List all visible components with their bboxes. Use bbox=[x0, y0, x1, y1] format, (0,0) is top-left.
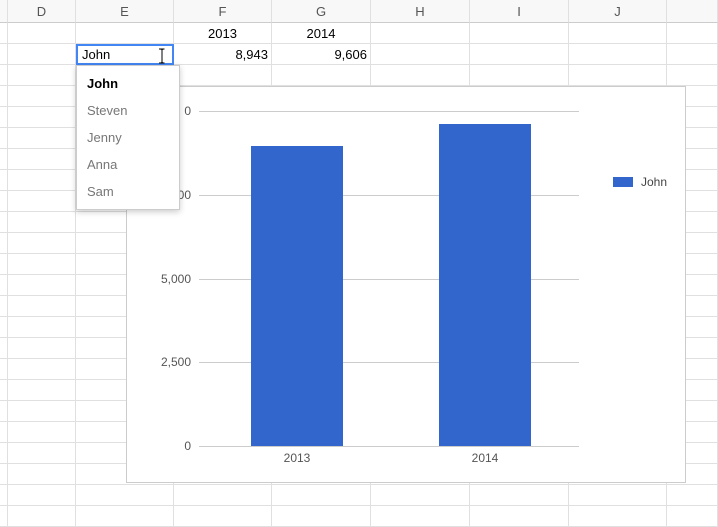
chart-gridline bbox=[199, 111, 579, 112]
cell-empty[interactable] bbox=[569, 65, 667, 86]
cell-J2[interactable] bbox=[569, 44, 667, 65]
cell-empty[interactable] bbox=[8, 359, 76, 380]
chart-bar bbox=[251, 146, 343, 446]
active-cell-E2[interactable] bbox=[76, 44, 174, 65]
spreadsheet[interactable]: D E F G H I J 2013 2014 8,943 9,606 bbox=[0, 0, 718, 505]
cell-empty[interactable] bbox=[371, 506, 470, 527]
cell-I1[interactable] bbox=[470, 23, 569, 44]
cell-empty[interactable] bbox=[8, 233, 76, 254]
cell-empty[interactable] bbox=[8, 485, 76, 506]
chart-container[interactable]: John 20132014 02,5005,0007,5000 bbox=[126, 86, 686, 483]
cell-empty[interactable] bbox=[8, 149, 76, 170]
cell-empty[interactable] bbox=[272, 65, 371, 86]
cell-H2[interactable] bbox=[371, 44, 470, 65]
cell-empty[interactable] bbox=[470, 506, 569, 527]
col-header-H[interactable]: H bbox=[371, 0, 470, 23]
cell-editor-input[interactable] bbox=[78, 46, 172, 63]
cell-I2[interactable] bbox=[470, 44, 569, 65]
col-header-I[interactable]: I bbox=[470, 0, 569, 23]
dropdown-item[interactable]: Steven bbox=[77, 97, 179, 124]
row-empty[interactable] bbox=[0, 485, 718, 506]
cell-D2[interactable] bbox=[8, 44, 76, 65]
chart-plot-area bbox=[199, 111, 579, 446]
chart-gridline bbox=[199, 446, 579, 447]
col-header-rest bbox=[667, 0, 718, 23]
cell-empty[interactable] bbox=[8, 65, 76, 86]
cell-empty[interactable] bbox=[371, 65, 470, 86]
cell-empty[interactable] bbox=[8, 443, 76, 464]
cell-D1[interactable] bbox=[8, 23, 76, 44]
cell-empty[interactable] bbox=[272, 506, 371, 527]
cell-empty[interactable] bbox=[174, 506, 272, 527]
chart-y-tick-label: 5,000 bbox=[141, 272, 191, 286]
col-header-G[interactable]: G bbox=[272, 0, 371, 23]
chart-y-tick-label: 2,500 bbox=[141, 355, 191, 369]
cell-E1[interactable] bbox=[76, 23, 174, 44]
dropdown-item[interactable]: Anna bbox=[77, 151, 179, 178]
cell-empty[interactable] bbox=[8, 506, 76, 527]
cell-empty[interactable] bbox=[8, 338, 76, 359]
cell-empty[interactable] bbox=[272, 485, 371, 506]
chart-y-tick-label: 0 bbox=[141, 439, 191, 453]
cell-empty[interactable] bbox=[8, 296, 76, 317]
cell-F1[interactable]: 2013 bbox=[174, 23, 272, 44]
row-1[interactable]: 2013 2014 bbox=[0, 23, 718, 44]
dropdown-item[interactable]: Jenny bbox=[77, 124, 179, 151]
chart-x-tick-label: 2014 bbox=[439, 451, 531, 465]
cell-empty[interactable] bbox=[8, 212, 76, 233]
col-header-F[interactable]: F bbox=[174, 0, 272, 23]
cell-empty[interactable] bbox=[8, 170, 76, 191]
autocomplete-dropdown[interactable]: JohnStevenJennyAnnaSam bbox=[76, 65, 180, 210]
cell-empty[interactable] bbox=[8, 422, 76, 443]
cell-empty[interactable] bbox=[470, 65, 569, 86]
col-header-D[interactable]: D bbox=[8, 0, 76, 23]
legend-swatch-icon bbox=[613, 177, 633, 187]
cell-empty[interactable] bbox=[8, 380, 76, 401]
cell-empty[interactable] bbox=[174, 65, 272, 86]
cell-empty[interactable] bbox=[76, 485, 174, 506]
cell-empty[interactable] bbox=[569, 506, 667, 527]
col-header-E[interactable]: E bbox=[76, 0, 174, 23]
cell-empty[interactable] bbox=[569, 485, 667, 506]
cell-J1[interactable] bbox=[569, 23, 667, 44]
cell-G2[interactable]: 9,606 bbox=[272, 44, 371, 65]
cell-G1[interactable]: 2014 bbox=[272, 23, 371, 44]
legend-label: John bbox=[641, 175, 667, 189]
cell-empty[interactable] bbox=[8, 401, 76, 422]
cell-F2[interactable]: 8,943 bbox=[174, 44, 272, 65]
cell-empty[interactable] bbox=[174, 485, 272, 506]
chart-bar bbox=[439, 124, 531, 446]
cell-empty[interactable] bbox=[8, 254, 76, 275]
dropdown-item[interactable]: John bbox=[77, 70, 179, 97]
col-header-edge bbox=[0, 0, 8, 23]
cell-empty[interactable] bbox=[371, 485, 470, 506]
cell-empty[interactable] bbox=[76, 506, 174, 527]
dropdown-item[interactable]: Sam bbox=[77, 178, 179, 205]
col-header-J[interactable]: J bbox=[569, 0, 667, 23]
cell-empty[interactable] bbox=[8, 464, 76, 485]
chart-x-tick-label: 2013 bbox=[251, 451, 343, 465]
cell-H1[interactable] bbox=[371, 23, 470, 44]
cell-empty[interactable] bbox=[470, 485, 569, 506]
cell-empty[interactable] bbox=[8, 107, 76, 128]
cell-empty[interactable] bbox=[8, 317, 76, 338]
row-empty[interactable] bbox=[0, 506, 718, 527]
cell-empty[interactable] bbox=[8, 275, 76, 296]
cell-empty[interactable] bbox=[8, 128, 76, 149]
cell-empty[interactable] bbox=[8, 86, 76, 107]
column-headers: D E F G H I J bbox=[0, 0, 718, 23]
chart-legend: John bbox=[613, 175, 667, 189]
cell-empty[interactable] bbox=[8, 191, 76, 212]
